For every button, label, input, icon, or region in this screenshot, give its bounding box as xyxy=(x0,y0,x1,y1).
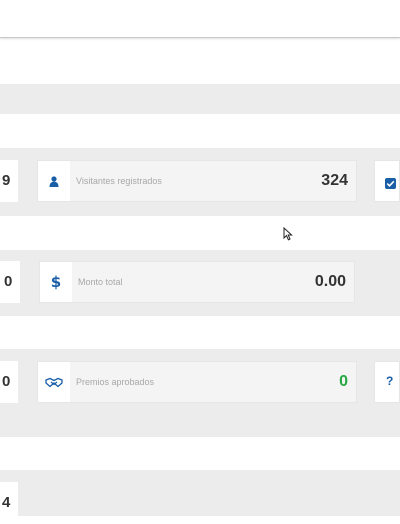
amount-value: 0.00 xyxy=(314,273,346,290)
handshake-icon xyxy=(38,362,70,402)
section-band-1 xyxy=(0,84,400,114)
prizes-label: Premios aprobados xyxy=(76,377,155,387)
dollar-icon: $ xyxy=(40,262,72,302)
top-bar xyxy=(0,0,400,38)
visitors-value: 324 xyxy=(321,172,348,189)
prizes-value: 0 xyxy=(339,373,348,390)
prizes-card[interactable]: Premios aprobados 0 xyxy=(37,361,357,403)
visitors-label: Visitantes registrados xyxy=(76,176,162,186)
right-partial-card-1 xyxy=(374,160,400,202)
right-partial-card-2: ? xyxy=(374,361,400,403)
user-icon xyxy=(38,161,70,201)
mouse-cursor-icon xyxy=(283,227,293,241)
left-partial-value-3: 0 xyxy=(2,373,11,390)
left-partial-value-1: 9 xyxy=(2,172,11,189)
section-band-5 xyxy=(0,470,400,516)
amount-label: Monto total xyxy=(78,277,123,287)
checkbox-icon xyxy=(385,176,396,194)
visitors-card[interactable]: Visitantes registrados 324 xyxy=(37,160,357,202)
amount-card[interactable]: $ Monto total 0.00 xyxy=(39,261,355,303)
left-partial-value-4: 4 xyxy=(2,494,11,511)
left-partial-value-2: 0 xyxy=(4,273,13,290)
question-icon: ? xyxy=(386,374,394,388)
